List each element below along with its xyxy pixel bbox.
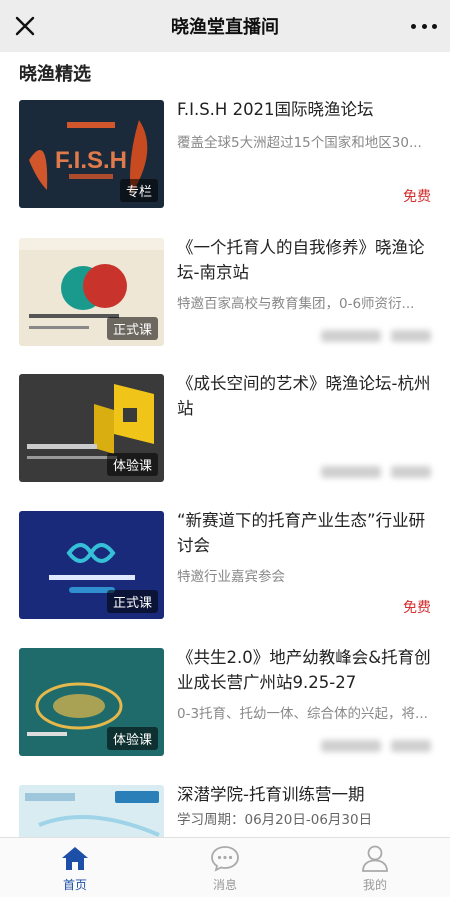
svg-text:F.I.S.H: F.I.S.H [55,147,127,174]
course-item[interactable]: F.I.S.H 专栏 F.I.S.H 2021国际晓渔论坛 覆盖全球5大洲超过1… [0,100,450,208]
course-title: 《成长空间的艺术》晓渔论坛-杭州站 [177,374,431,418]
tab-label: 消息 [212,878,237,892]
more-button[interactable] [408,13,440,39]
close-icon [15,16,35,36]
course-title: 深潜学院-托育训练营一期 [177,785,365,804]
course-description: 特邀百家高校与教育集团，0-6师资衍... [177,296,415,312]
course-tag: 体验课 [106,453,158,476]
home-icon [62,847,88,870]
course-tag: 正式课 [106,590,158,613]
tab-label: 首页 [62,878,87,892]
course-description: 学习周期：06月20日-06月30日 [177,812,373,828]
course-item[interactable]: 深潜学院-托育训练营一期 学习周期：06月20日-06月30日 [0,785,450,837]
course-thumbnail [19,785,164,837]
course-description: 特邀行业嘉宾参会 [177,569,285,585]
close-button[interactable] [12,13,38,39]
course-thumbnail: 正式课 [19,511,164,619]
tab-messages[interactable]: 消息 [150,838,300,897]
course-thumbnail: 正式课 [19,238,164,346]
chat-icon [211,846,239,872]
bottom-tab-bar: 首页 消息 我的 [0,837,450,897]
more-dot-icon [411,23,416,29]
blurred-stats [321,330,431,342]
tab-profile[interactable]: 我的 [300,838,450,897]
more-dot-icon [421,23,427,29]
tab-home[interactable]: 首页 [0,838,150,897]
page-title: 晓渔堂直播间 [171,17,279,38]
course-thumbnail: 体验课 [19,374,164,482]
course-thumbnail: F.I.S.H 专栏 [19,100,164,208]
user-icon [362,845,388,872]
top-bar: 晓渔堂直播间 [0,0,450,52]
course-price: 免费 [403,189,431,205]
course-description: 0-3托育、托幼一体、综合体的兴起，将... [177,706,428,722]
course-tag: 专栏 [119,179,158,202]
blurred-stats [321,740,431,752]
course-tag: 体验课 [106,727,158,750]
section-title: 晓渔精选 [19,64,91,85]
training-poster-image [25,791,160,837]
course-tag: 正式课 [106,317,158,340]
course-item[interactable]: 正式课 “新赛道下的托育产业生态”行业研讨会 特邀行业嘉宾参会 免费 [0,511,450,619]
course-description: 覆盖全球5大洲超过15个国家和地区30... [177,135,422,151]
course-item[interactable]: 体验课 《成长空间的艺术》晓渔论坛-杭州站 [0,374,450,482]
course-price: 免费 [403,600,431,616]
course-item[interactable]: 体验课 《共生2.0》地产幼教峰会&托育创业成长营广州站9.25-27 0-3托… [0,648,450,756]
course-title: 《一个托育人的自我修养》晓渔论坛-南京站 [177,238,425,282]
more-dot-icon [432,23,437,29]
tab-label: 我的 [362,878,387,892]
course-thumbnail: 体验课 [19,648,164,756]
course-title: 《共生2.0》地产幼教峰会&托育创业成长营广州站9.25-27 [177,648,431,692]
course-title: “新赛道下的托育产业生态”行业研讨会 [177,511,426,555]
blurred-stats [321,466,431,478]
course-item[interactable]: 正式课 《一个托育人的自我修养》晓渔论坛-南京站 特邀百家高校与教育集团，0-6… [0,238,450,346]
course-title: F.I.S.H 2021国际晓渔论坛 [177,100,374,119]
